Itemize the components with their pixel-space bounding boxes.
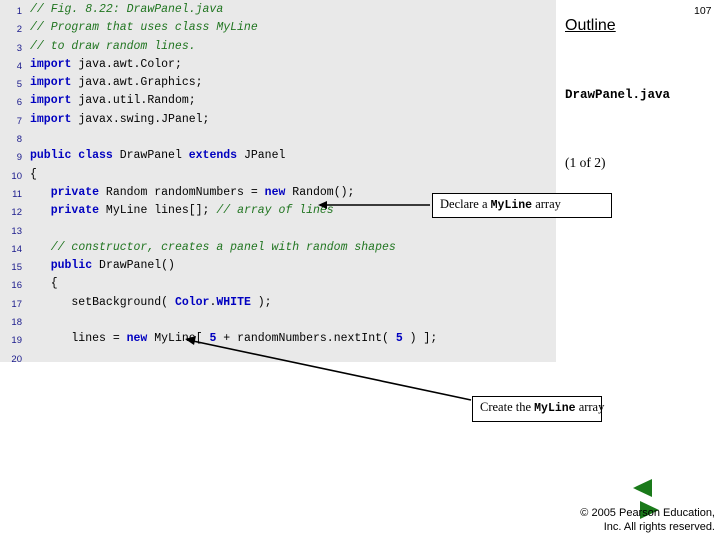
code-line-text: import javax.swing.JPanel; <box>30 112 210 126</box>
code-line: 15 public DrawPanel() <box>0 256 556 274</box>
callout-declare-prefix: Declare a <box>440 197 491 211</box>
callout-declare-array: Declare a MyLine array <box>432 193 612 218</box>
code-line-text: import java.util.Random; <box>30 94 196 108</box>
callout-declare-type: MyLine <box>490 199 533 212</box>
code-line-text: // Fig. 8.22: DrawPanel.java <box>30 3 224 16</box>
code-line: 10{ <box>0 165 556 183</box>
code-line-text: { <box>30 277 58 291</box>
code-line-text: private MyLine lines[]; // array of line… <box>50 204 334 218</box>
code-line-text: // constructor, creates a panel with ran… <box>50 240 396 254</box>
code-line: 3// to draw random lines. <box>0 37 556 55</box>
callout-create-array: Create the MyLine array <box>472 396 605 422</box>
code-line-text: import java.awt.Graphics; <box>30 76 203 90</box>
code-line: 4 import java.awt.Color; <box>0 55 556 73</box>
callout-create-type: MyLine <box>534 402 576 415</box>
code-line: 7 import javax.swing.JPanel; <box>0 110 556 128</box>
code-line: 5 import java.awt.Graphics; <box>0 73 556 91</box>
code-line: 1// Fig. 8.22: DrawPanel.java <box>0 0 556 18</box>
callout-create-suffix: array <box>575 400 605 414</box>
outline-page-of: (1 of 2) <box>565 155 606 170</box>
code-line: 20 <box>0 348 556 366</box>
copyright-footer: © 2005 Pearson Education, Inc. All right… <box>440 506 715 534</box>
code-line-text: // to draw random lines. <box>30 39 196 53</box>
outline-heading: Outline <box>565 17 616 34</box>
code-line-text: // Program that uses class MyLine <box>30 21 258 35</box>
code-line-text: import java.awt.Color; <box>30 57 182 71</box>
slide-navigation <box>630 477 692 519</box>
code-line-text: public DrawPanel() <box>50 259 175 273</box>
outline-file-name: DrawPanel.java <box>565 88 671 102</box>
code-line: 9 public class DrawPanel extends JPanel <box>0 146 556 164</box>
previous-slide-button[interactable] <box>630 477 656 499</box>
code-line: 17 setBackground( Color.WHITE ); <box>0 293 556 311</box>
code-line-text: private Random randomNumbers = new Rando… <box>50 185 355 199</box>
code-line: 19 lines = new MyLine[ 5 + randomNumbers… <box>0 329 556 347</box>
code-line-text: setBackground( Color.WHITE ); <box>30 295 272 309</box>
code-line: 8 <box>0 128 556 146</box>
code-line: 16 { <box>0 274 556 292</box>
code-line-text: { <box>30 167 37 181</box>
code-line: 2// Program that uses class MyLine <box>0 18 556 36</box>
code-line: 6 import java.util.Random; <box>0 91 556 109</box>
code-line-number: 20 <box>11 353 22 365</box>
code-line-text: lines = new MyLine[ 5 + randomNumbers.ne… <box>30 332 438 346</box>
code-line: 14 // constructor, creates a panel with … <box>0 238 556 256</box>
page-number: 107 <box>694 5 712 17</box>
callout-create-prefix: Create the <box>480 400 535 414</box>
copyright-line-1: © 2005 Pearson Education, <box>580 507 715 519</box>
code-line: 18 <box>0 311 556 329</box>
callout-declare-suffix: array <box>532 197 561 211</box>
code-listing: 1// Fig. 8.22: DrawPanel.java 2// Program… <box>0 0 556 365</box>
code-line-text: public class DrawPanel extends JPanel <box>30 149 286 163</box>
code-line: 13 <box>0 220 556 238</box>
copyright-line-2: Inc. All rights reserved. <box>603 521 715 533</box>
